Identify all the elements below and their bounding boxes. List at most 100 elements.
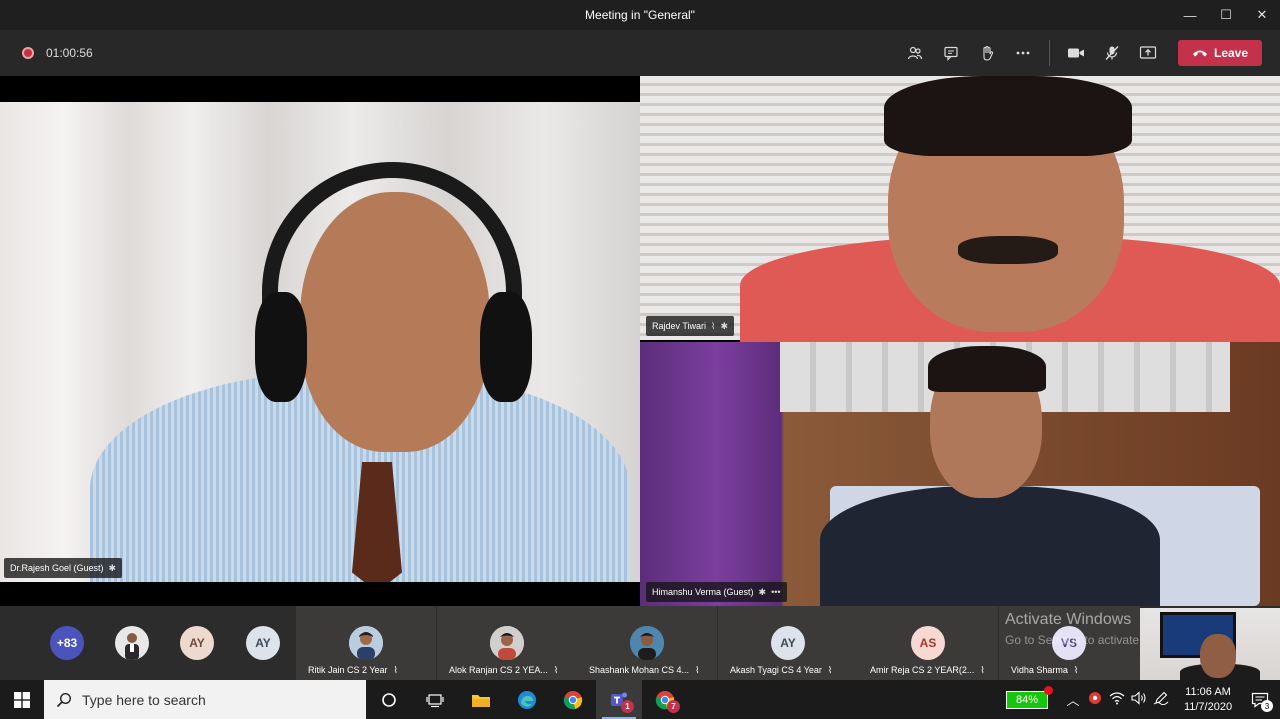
participant-avatar: AS	[911, 626, 945, 660]
hang-up-icon	[1192, 50, 1207, 57]
minimize-button[interactable]: —	[1172, 0, 1208, 30]
notification-count: 3	[1261, 700, 1273, 712]
camera-icon[interactable]	[1058, 35, 1094, 71]
chrome-profile-button[interactable]: 7	[642, 680, 688, 719]
participant-name: Shashank Mohan CS 4...	[589, 665, 690, 675]
cortana-button[interactable]	[366, 680, 412, 719]
name-label: Dr.Rajesh Goel (Guest) ✱	[4, 558, 123, 578]
participant-avatar-photo	[490, 626, 524, 660]
window-controls: — ☐ ✕	[1172, 0, 1280, 30]
participant-avatar[interactable]: AY	[246, 626, 280, 660]
video-tile-main[interactable]: Dr.Rajesh Goel (Guest) ✱	[0, 102, 640, 582]
participant-tile[interactable]: Shashank Mohan CS 4... ⌇	[577, 606, 717, 680]
task-view-icon	[426, 693, 444, 707]
close-button[interactable]: ✕	[1244, 0, 1280, 30]
clock[interactable]: 11:06 AM 11/7/2020	[1176, 685, 1240, 715]
title-bar: Meeting in "General" — ☐ ✕	[0, 0, 1280, 30]
participant-name: Dr.Rajesh Goel (Guest)	[10, 563, 104, 573]
chevron-up-icon[interactable]: ︿	[1062, 690, 1084, 709]
pin-icon: ✱	[720, 320, 728, 331]
more-icon[interactable]	[1005, 35, 1041, 71]
meeting-controls: Leave	[897, 30, 1262, 76]
self-view-video[interactable]	[1140, 608, 1280, 684]
name-label: Rajdev Tiwari ⌇ ✱	[646, 316, 734, 336]
file-explorer-button[interactable]	[458, 680, 504, 719]
edge-button[interactable]	[504, 680, 550, 719]
mic-off-icon: ⌇	[980, 665, 985, 675]
taskbar-search-box[interactable]: Type here to search	[44, 680, 366, 719]
participant-avatar-photo	[349, 626, 383, 660]
headset-ear-right	[480, 292, 532, 402]
participant-mustache	[958, 236, 1058, 264]
toolbar-divider	[1049, 40, 1050, 66]
recording-icon	[22, 47, 34, 59]
system-tray: 84% ︿ 11:06 AM 11/7/2020 3	[1006, 680, 1280, 719]
share-screen-icon[interactable]	[1130, 35, 1166, 71]
mic-off-icon: ⌇	[827, 665, 833, 675]
participant-name: Rajdev Tiwari	[652, 321, 707, 331]
participant-avatar-photo	[630, 626, 664, 660]
participant-body	[820, 486, 1160, 606]
window-title: Meeting in "General"	[585, 8, 695, 22]
pin-icon: ✱	[108, 562, 117, 573]
participant-name: Himanshu Verma (Guest)	[652, 587, 754, 597]
raise-hand-icon[interactable]	[969, 35, 1005, 71]
search-placeholder: Type here to search	[82, 691, 206, 708]
teams-notification-badge: 1	[621, 700, 634, 713]
search-icon	[56, 692, 72, 707]
mic-off-icon: ⌇	[1073, 665, 1079, 675]
mic-off-icon: ⌇	[711, 320, 716, 331]
participant-name: Akash Tyagi CS 4 Year	[730, 665, 822, 675]
pen-icon[interactable]	[1150, 691, 1172, 708]
participants-icon[interactable]	[897, 35, 933, 71]
mic-off-icon[interactable]	[1094, 35, 1130, 71]
chat-icon[interactable]	[933, 35, 969, 71]
teams-meeting-window: Meeting in "General" — ☐ ✕ 01:00:56 Leav…	[0, 0, 1280, 719]
speaker-icon[interactable]	[1128, 691, 1150, 708]
self-face	[1200, 634, 1236, 678]
leave-label: Leave	[1213, 46, 1249, 60]
overflow-participants[interactable]: +83	[50, 626, 84, 660]
participant-hair	[884, 76, 1132, 156]
antivirus-icon[interactable]	[1084, 691, 1106, 708]
name-label: Himanshu Verma (Guest) ✱ •••	[646, 582, 787, 602]
participant-tile[interactable]: AS Amir Reja CS 2 YEAR(2... ⌇	[858, 606, 998, 680]
pin-icon: ✱	[758, 586, 767, 597]
participant-avatar: AY	[771, 626, 805, 660]
participant-tile[interactable]: Alok Ranjan CS 2 YEA... ⌇	[437, 606, 577, 680]
chrome-notification-badge: 7	[667, 700, 680, 713]
activate-windows-title: Activate Windows	[1005, 611, 1132, 628]
participant-name: Ritik Jain CS 2 Year	[308, 665, 388, 675]
meeting-timer: 01:00:56	[46, 46, 93, 60]
clock-time: 11:06 AM	[1185, 685, 1231, 698]
leave-button[interactable]: Leave	[1178, 40, 1262, 66]
clock-date: 11/7/2020	[1183, 700, 1233, 713]
task-view-button[interactable]	[412, 680, 458, 719]
battery-percent: 84%	[1015, 693, 1039, 706]
participant-name: Amir Reja CS 2 YEAR(2...	[870, 665, 975, 675]
participant-name: Vidha Sharma	[1011, 665, 1068, 675]
cortana-icon	[382, 692, 396, 707]
battery-indicator[interactable]: 84%	[1006, 685, 1053, 709]
action-center-button[interactable]: 3	[1240, 680, 1280, 719]
teams-button[interactable]: 1	[596, 680, 642, 719]
start-button[interactable]	[0, 680, 44, 719]
participant-hair	[928, 346, 1046, 392]
participant-avatar[interactable]: AY	[180, 626, 214, 660]
participant-tile[interactable]: Ritik Jain CS 2 Year ⌇	[296, 606, 436, 680]
mic-off-icon: ⌇	[553, 665, 559, 675]
headset-ear-left	[255, 292, 307, 402]
participant-tile[interactable]: AY Akash Tyagi CS 4 Year ⌇	[718, 606, 858, 680]
participant-avatar-photo[interactable]	[115, 626, 149, 660]
more-options-icon[interactable]: •••	[771, 587, 780, 597]
chrome-button[interactable]	[550, 680, 596, 719]
chrome-icon	[563, 690, 583, 709]
folder-icon	[472, 694, 490, 707]
participant-name: Alok Ranjan CS 2 YEA...	[449, 665, 548, 675]
wifi-icon[interactable]	[1106, 691, 1128, 708]
battery-alert-icon	[1044, 685, 1053, 695]
maximize-button[interactable]: ☐	[1208, 0, 1244, 30]
mic-off-icon: ⌇	[695, 665, 700, 675]
video-stage: Dr.Rajesh Goel (Guest) ✱ Rajdev Tiwari ⌇…	[0, 76, 1280, 606]
mic-off-icon: ⌇	[393, 665, 398, 675]
